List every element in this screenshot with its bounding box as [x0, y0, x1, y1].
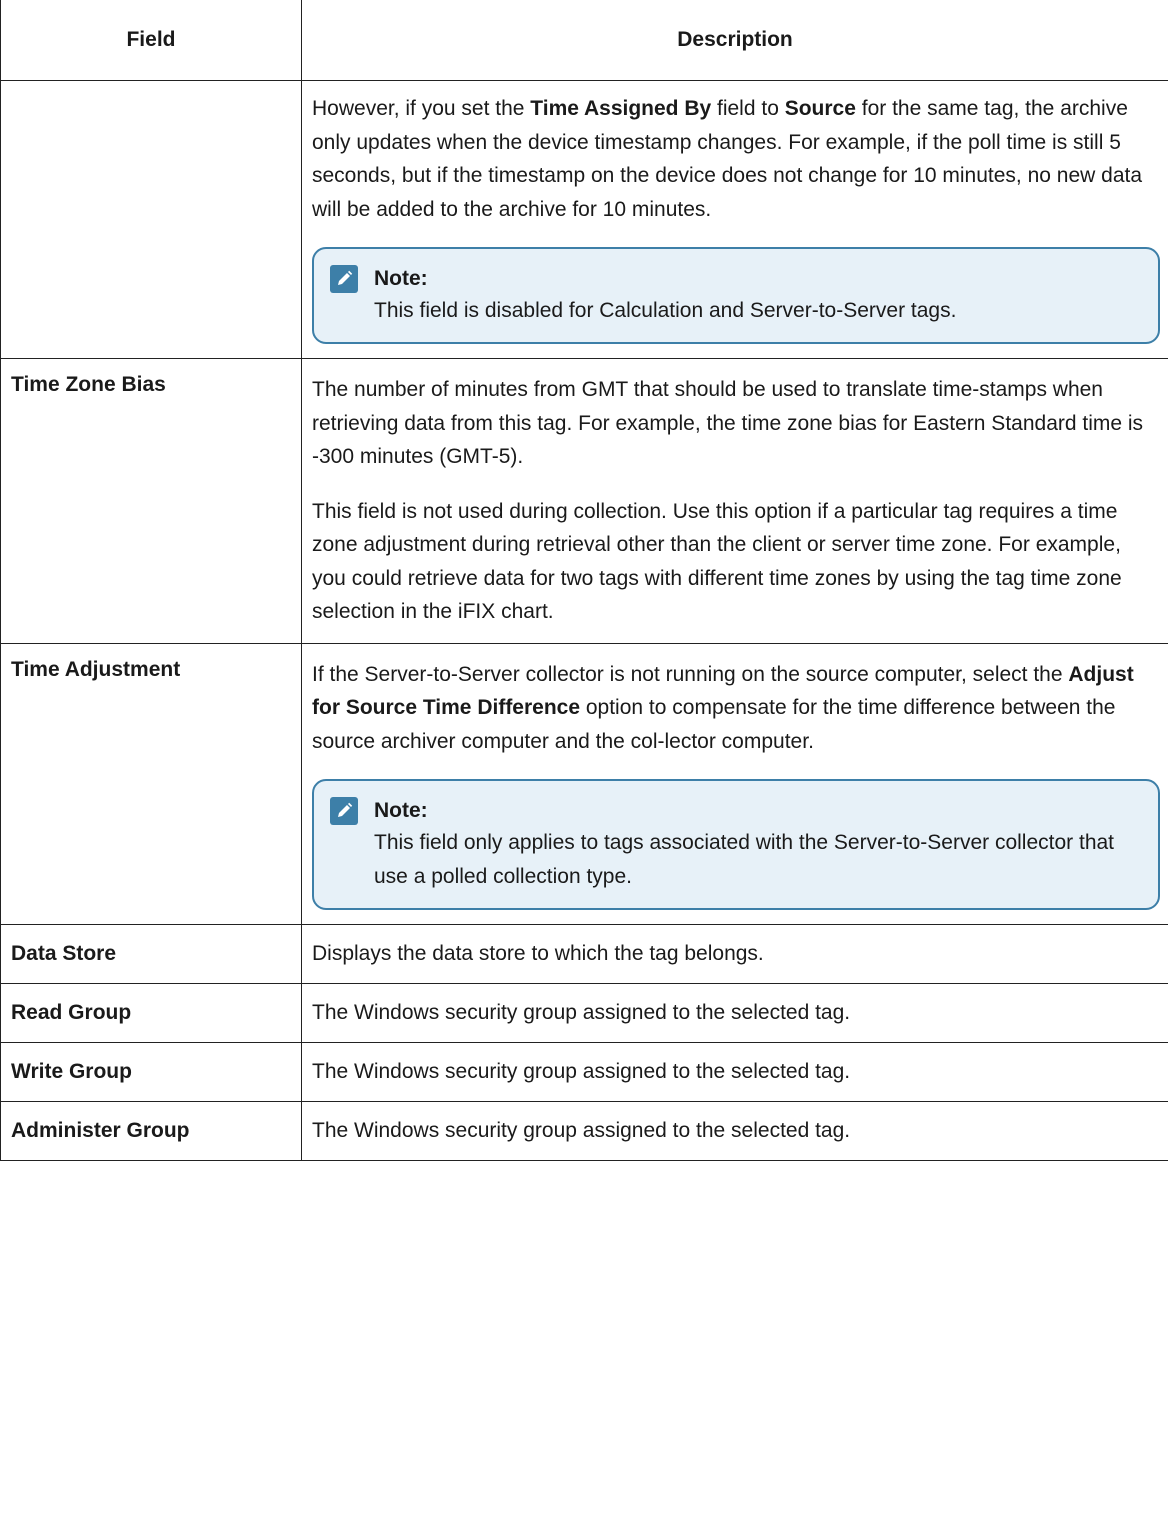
field-cell: Read Group — [0, 983, 302, 1043]
field-description-table: Field Description However, if you set th… — [0, 0, 1168, 1161]
description-cell: The Windows security group assigned to t… — [301, 1101, 1168, 1161]
description-paragraph: The number of minutes from GMT that shou… — [312, 378, 1144, 468]
note-header: Note: — [330, 796, 1142, 826]
note-label: Note: — [374, 267, 428, 291]
description-cell: The Windows security group assigned to t… — [301, 983, 1168, 1043]
text-run: If the Server-to-Server collector is not… — [312, 662, 1069, 686]
description-cell: The Windows security group assigned to t… — [301, 1042, 1168, 1102]
description-paragraph: If the Server-to-Server collector is not… — [312, 658, 1160, 759]
description-paragraph: This field is not used during collection… — [312, 499, 1122, 624]
header-description: Description — [301, 0, 1168, 81]
pencil-icon — [330, 265, 358, 293]
note-box: Note: This field only applies to tags as… — [312, 779, 1160, 910]
note-header: Note: — [330, 264, 1142, 294]
description-cell: The number of minutes from GMT that shou… — [301, 358, 1168, 644]
field-cell: Data Store — [0, 924, 302, 984]
table-row-time-assigned: However, if you set the Time Assigned By… — [0, 80, 1168, 359]
table-row-time-adjustment: Time Adjustment If the Server-to-Server … — [0, 642, 1168, 925]
table-row-administer-group: Administer Group The Windows security gr… — [0, 1101, 1168, 1161]
description-cell: Displays the data store to which the tag… — [301, 924, 1168, 984]
description-cell: If the Server-to-Server collector is not… — [301, 642, 1168, 925]
table-row-time-zone-bias: Time Zone Bias The number of minutes fro… — [0, 358, 1168, 644]
note-box: Note: This field is disabled for Calcula… — [312, 247, 1160, 344]
text-run: field to — [711, 97, 785, 120]
description-paragraph: However, if you set the Time Assigned By… — [312, 92, 1160, 226]
note-label: Note: — [374, 799, 428, 823]
pencil-icon — [330, 797, 358, 825]
table-row-write-group: Write Group The Windows security group a… — [0, 1042, 1168, 1102]
field-cell: Write Group — [0, 1042, 302, 1102]
table-row-data-store: Data Store Displays the data store to wh… — [0, 924, 1168, 984]
bold-term: Source — [784, 97, 856, 120]
field-cell — [0, 80, 302, 359]
text-run: However, if you set the — [312, 97, 531, 120]
bold-term: Time Assigned By — [530, 97, 712, 120]
note-text: This field only applies to tags associat… — [374, 831, 1115, 888]
field-cell: Time Zone Bias — [0, 358, 302, 644]
field-cell: Administer Group — [0, 1101, 302, 1161]
table-header-row: Field Description — [0, 0, 1168, 81]
table-row-read-group: Read Group The Windows security group as… — [0, 983, 1168, 1043]
note-text: This field is disabled for Calculation a… — [374, 299, 957, 322]
header-field: Field — [0, 0, 302, 81]
description-cell: However, if you set the Time Assigned By… — [301, 80, 1168, 359]
field-cell: Time Adjustment — [0, 642, 302, 925]
